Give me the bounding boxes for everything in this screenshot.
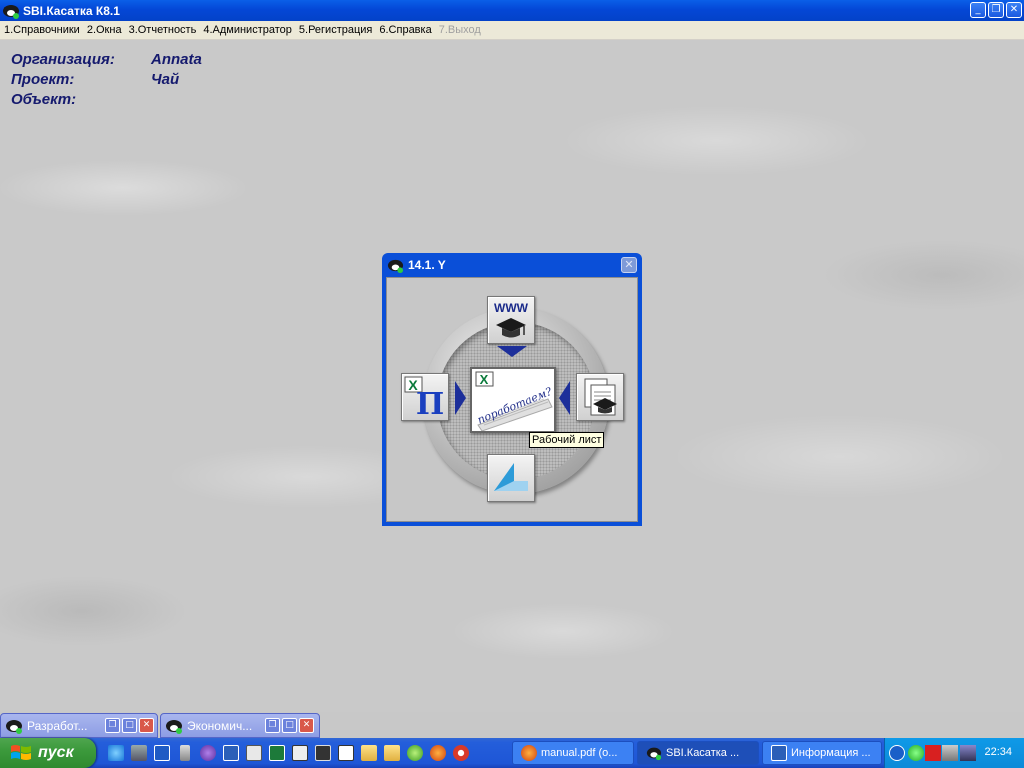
worksheet-button[interactable]: X поработаем? xyxy=(470,367,556,433)
maximize-button[interactable]: □ xyxy=(282,718,297,733)
navigator-dialog[interactable]: 14.1. Y ✕ WWW X П X поработаем? Рабочий … xyxy=(382,253,642,526)
start-label: пуск xyxy=(38,744,74,761)
www-graduation-cap-icon: WWW xyxy=(494,301,529,338)
network-icon[interactable] xyxy=(131,745,147,761)
dialog-close-button[interactable]: ✕ xyxy=(621,257,637,273)
task-button-label: SBI.Касатка ... xyxy=(666,747,740,759)
restore-button[interactable]: ❐ xyxy=(105,718,120,733)
word-icon[interactable] xyxy=(223,745,239,761)
app-icon xyxy=(646,747,662,761)
minimized-window-title: Экономич... xyxy=(187,718,253,733)
tray-expand-icon[interactable] xyxy=(889,745,905,761)
task-button-information[interactable]: Информация ... xyxy=(762,741,882,765)
organization-value: Annata xyxy=(151,51,202,68)
calculator-icon[interactable] xyxy=(246,745,262,761)
minimize-button[interactable]: _ xyxy=(970,2,986,18)
menu-item-registration[interactable]: 5.Регистрация xyxy=(295,24,375,36)
restore-button[interactable]: ❐ xyxy=(988,2,1004,18)
worksheet-icon: X поработаем? xyxy=(472,369,554,432)
flower-icon[interactable] xyxy=(407,745,423,761)
arrow-right-icon xyxy=(455,381,466,415)
ico-editor-icon[interactable] xyxy=(338,745,354,761)
window-title: SBI.Касатка К8.1 xyxy=(23,3,120,18)
folder-icon[interactable] xyxy=(361,745,377,761)
documents-graduation-cap-icon xyxy=(584,378,617,416)
svg-text:X: X xyxy=(480,372,489,387)
pi-text: П xyxy=(416,387,444,420)
close-button[interactable]: ✕ xyxy=(1006,2,1022,18)
task-button-manual-pdf[interactable]: manual.pdf (о... xyxy=(512,741,634,765)
worksheet-tooltip: Рабочий лист xyxy=(529,432,605,448)
info-icon[interactable] xyxy=(154,745,170,761)
app-icon xyxy=(387,259,404,273)
terminal-icon[interactable] xyxy=(315,745,331,761)
menu-item-directories[interactable]: 1.Справочники xyxy=(0,24,83,36)
organization-label: Организация: xyxy=(11,51,115,68)
text-editor-icon[interactable] xyxy=(292,745,308,761)
minimized-window-title: Разработ... xyxy=(27,718,88,733)
excel-pi-button[interactable]: X П xyxy=(401,373,449,422)
dialog-body: WWW X П X поработаем? Рабочий лист xyxy=(386,277,638,522)
project-label: Проект: xyxy=(11,71,75,88)
menu-item-help[interactable]: 6.Справка xyxy=(375,24,434,36)
documents-button[interactable] xyxy=(576,373,624,421)
close-button[interactable]: ✕ xyxy=(299,718,314,733)
gear-icon[interactable] xyxy=(200,745,216,761)
task-button-sbi-kasatka[interactable]: SBI.Касатка ... xyxy=(637,741,759,765)
word-icon xyxy=(771,745,787,761)
ie-icon[interactable] xyxy=(108,745,124,761)
minimized-window-2[interactable]: Экономич... ❐ □ ✕ xyxy=(160,713,320,738)
folder-icon[interactable] xyxy=(384,745,400,761)
icq-icon[interactable] xyxy=(908,745,924,761)
menu-bar: 1.Справочники 2.Окна 3.Отчетность 4.Адми… xyxy=(0,21,1024,40)
main-title-bar[interactable]: SBI.Касатка К8.1 _ ❐ ✕ xyxy=(0,0,1024,21)
task-button-label: manual.pdf (о... xyxy=(541,747,618,759)
firefox-icon[interactable] xyxy=(430,745,446,761)
firefox-icon xyxy=(521,745,537,761)
taskbar: пуск manual.pdf (о... SBI.Касатка ... Ин… xyxy=(0,738,1024,768)
app-icon xyxy=(3,4,19,19)
excel-pi-icon: X П xyxy=(404,376,444,422)
task-button-label: Информация ... xyxy=(791,747,871,759)
windows-logo-icon xyxy=(11,745,31,760)
dialog-title-bar[interactable]: 14.1. Y xyxy=(385,253,639,277)
arrow-left-icon xyxy=(559,381,570,415)
maximize-button[interactable]: □ xyxy=(122,718,137,733)
blue-corner-icon xyxy=(494,463,528,491)
bottom-nav-button[interactable] xyxy=(487,454,535,502)
close-button[interactable]: ✕ xyxy=(139,718,154,733)
menu-item-windows[interactable]: 2.Окна xyxy=(83,24,125,36)
dialog-title: 14.1. Y xyxy=(408,258,446,272)
opera-icon[interactable] xyxy=(453,745,469,761)
object-label: Объект: xyxy=(11,91,77,108)
menu-item-reports[interactable]: 3.Отчетность xyxy=(125,24,200,36)
user-status-icon[interactable] xyxy=(960,745,976,761)
menu-item-exit: 7.Выход xyxy=(438,24,481,36)
network-status-icon[interactable] xyxy=(942,745,958,761)
clock: 22:34 xyxy=(984,746,1012,758)
www-button[interactable]: WWW xyxy=(487,296,535,344)
app-icon xyxy=(6,719,22,734)
usb-icon[interactable] xyxy=(180,745,190,761)
start-button[interactable]: пуск xyxy=(0,738,96,768)
menu-item-administrator[interactable]: 4.Администратор xyxy=(199,24,295,36)
project-value: Чай xyxy=(151,71,180,88)
arrow-down-icon xyxy=(497,346,527,357)
www-button-text: WWW xyxy=(494,301,529,315)
restore-button[interactable]: ❐ xyxy=(265,718,280,733)
excel-icon[interactable] xyxy=(269,745,285,761)
system-tray: 22:34 xyxy=(884,738,1024,768)
antivirus-icon[interactable] xyxy=(925,745,941,761)
minimized-window-1[interactable]: Разработ... ❐ □ ✕ xyxy=(0,713,158,738)
app-icon xyxy=(166,719,182,734)
